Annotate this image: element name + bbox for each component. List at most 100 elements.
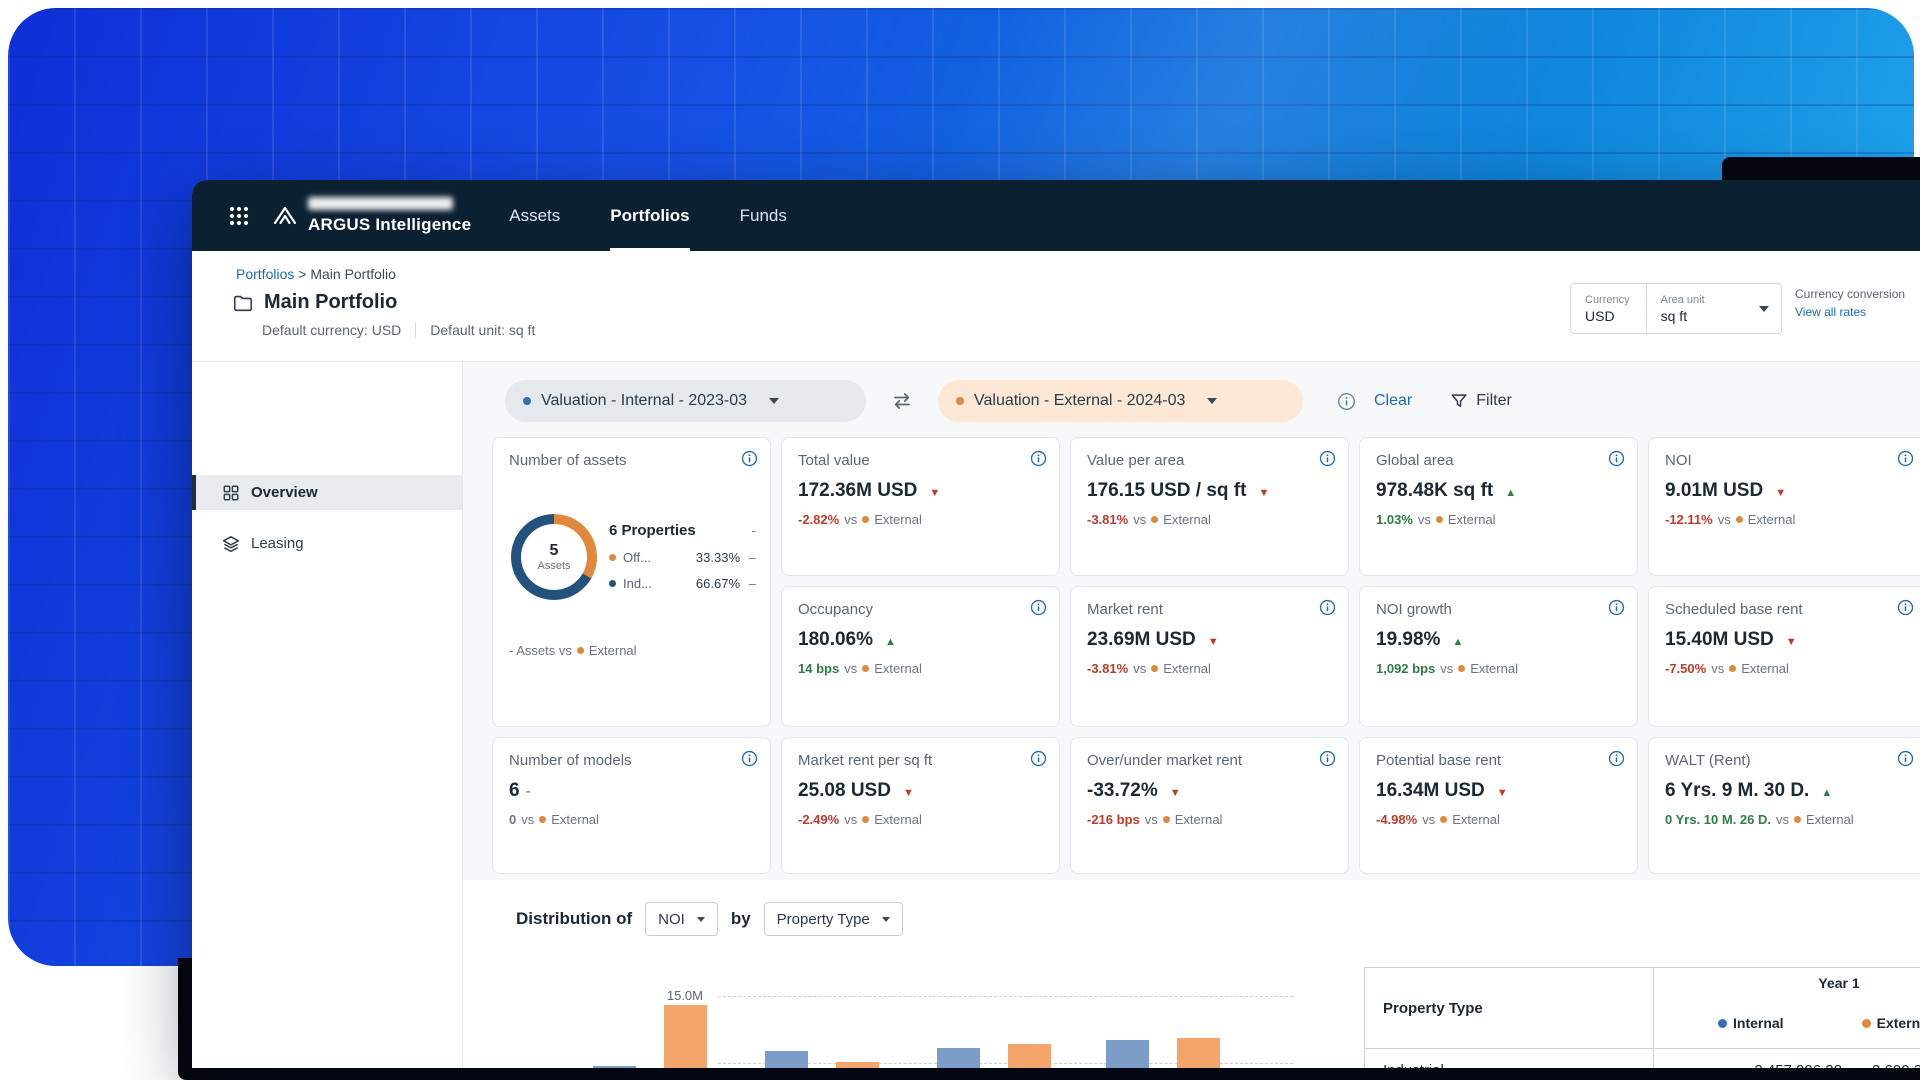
info-icon[interactable]: [1337, 392, 1356, 411]
trend-up-icon: ▲: [1821, 787, 1833, 799]
external-dot: [1794, 816, 1801, 823]
legend-pct: 66.67%: [695, 576, 740, 591]
area-unit-value: sq ft: [1660, 307, 1688, 324]
external-dot: [862, 516, 870, 523]
external-dot: [1735, 516, 1743, 523]
kpi-value: 6: [509, 780, 520, 801]
kpi-title: WALT (Rent): [1665, 752, 1751, 769]
kpi-delta: 1,092 bps vs External: [1376, 661, 1621, 676]
kpi-value: 19.98%: [1376, 629, 1441, 650]
kpi-card: Scheduled base rent 15.40M USD ▼ -7.50% …: [1648, 586, 1920, 727]
kpi-card: Occupancy 180.06% ▲ 14 bps vs External: [781, 586, 1060, 727]
kpi-vs-label: vs: [1133, 512, 1147, 527]
external-label: External: [1747, 512, 1796, 527]
kpi-delta: -7.50% vs External: [1665, 661, 1910, 676]
info-icon[interactable]: [1030, 450, 1047, 467]
nav-item-assets[interactable]: Assets: [509, 180, 560, 251]
chevron-down-icon: [881, 916, 890, 922]
kpi-card: Value per area 176.15 USD / sq ft ▼ -3.8…: [1070, 437, 1349, 576]
default-currency: Default currency: USD: [262, 322, 402, 338]
y-axis-tick: 15.0M: [666, 988, 703, 1003]
kpi-title: NOI growth: [1376, 601, 1452, 618]
kpi-delta: 1.03% vs External: [1376, 512, 1621, 527]
currency-conversion-label: Currency conversion: [1795, 287, 1906, 301]
nav-item-portfolios[interactable]: Portfolios: [610, 180, 690, 251]
kpi-delta: -3.81% vs External: [1087, 661, 1332, 676]
info-icon[interactable]: [1030, 750, 1047, 767]
table-cell-internal: 2,457,996.28: [1654, 1062, 1854, 1068]
info-icon[interactable]: [1319, 750, 1336, 767]
sidebar-item-overview[interactable]: Overview: [192, 475, 462, 510]
top-navbar: ARGUS Intelligence Assets Portfolios Fun…: [192, 180, 1920, 251]
internal-scenario-label: Valuation - Internal - 2023-03: [541, 392, 748, 409]
clear-filters-link[interactable]: Clear: [1374, 392, 1412, 410]
kpi-value: 6 Yrs. 9 M. 30 D.: [1665, 780, 1810, 801]
kpi-vs-label: vs: [1144, 812, 1158, 827]
kpi-title: Market rent: [1087, 601, 1163, 618]
currency-area-unit-selector[interactable]: Currency USD Area unit sq ft: [1570, 283, 1782, 334]
kpi-value: 25.08 USD: [798, 780, 891, 801]
nav-item-funds[interactable]: Funds: [740, 180, 787, 251]
info-icon[interactable]: [1897, 450, 1914, 467]
info-icon[interactable]: [1897, 599, 1914, 616]
external-legend-dot: [1861, 1018, 1871, 1028]
kpi-title: Potential base rent: [1376, 752, 1502, 769]
info-icon[interactable]: [741, 750, 758, 767]
default-unit: Default unit: sq ft: [430, 322, 536, 338]
external-label: External: [588, 643, 637, 658]
sidebar-item-leasing[interactable]: Leasing: [192, 526, 462, 561]
legend-compare-value: –: [748, 576, 756, 591]
external-scenario-dot: [956, 397, 964, 405]
info-icon[interactable]: [741, 450, 758, 467]
internal-scenario-dropdown[interactable]: Valuation - Internal - 2023-03: [505, 380, 866, 422]
kpi-title: NOI: [1665, 452, 1692, 469]
sidebar-item-label: Leasing: [251, 535, 304, 552]
info-icon[interactable]: [1319, 599, 1336, 616]
chart-bar-external: [664, 1005, 707, 1068]
product-name: ARGUS Intelligence: [308, 214, 472, 234]
kpi-vs-label: vs: [521, 812, 535, 827]
chart-bar-external: [1177, 1037, 1220, 1068]
filter-button[interactable]: Filter: [1450, 392, 1512, 410]
info-icon[interactable]: [1608, 599, 1625, 616]
kpi-delta-value: 0: [509, 812, 517, 827]
kpi-value: -33.72%: [1087, 780, 1158, 801]
info-icon[interactable]: [1608, 750, 1625, 767]
external-scenario-dropdown[interactable]: Valuation - External - 2024-03: [938, 380, 1303, 422]
external-dot: [1151, 665, 1159, 672]
sidebar: Overview Leasing: [192, 362, 463, 1068]
info-icon[interactable]: [1608, 450, 1625, 467]
chart-bar-internal: [593, 1065, 636, 1068]
info-icon[interactable]: [1319, 450, 1336, 467]
dimension-select[interactable]: Property Type: [763, 902, 903, 936]
kpi-card: Market rent 23.69M USD ▼ -3.81% vs Exter…: [1070, 586, 1349, 727]
kpi-vs-label: vs: [1422, 812, 1436, 827]
info-icon[interactable]: [1897, 750, 1914, 767]
chart-bar-external: [836, 1061, 879, 1068]
folder-icon: [232, 292, 254, 314]
chart-bar-internal: [765, 1050, 808, 1068]
breadcrumb-portfolios-link[interactable]: Portfolios: [236, 266, 294, 282]
app-launcher-grid-icon[interactable]: [228, 205, 250, 227]
kpi-vs-label: vs: [844, 812, 858, 827]
kpi-delta: -12.11% vs External: [1665, 512, 1910, 527]
external-dot: [1440, 816, 1448, 823]
leasing-layers-icon: [222, 535, 240, 553]
distribution-title: Distribution of: [516, 909, 633, 928]
view-all-rates-link[interactable]: View all rates: [1795, 305, 1866, 319]
metric-select[interactable]: NOI: [645, 902, 718, 936]
external-label: External: [1174, 812, 1223, 827]
table-legend: Internal External: [1654, 998, 1920, 1048]
kpi-value: 15.40M USD: [1665, 629, 1774, 650]
trend-down-icon: ▼: [1775, 487, 1787, 499]
kpi-card: Total value 172.36M USD ▼ -2.82% vs Exte…: [781, 437, 1060, 576]
swap-scenarios-icon[interactable]: [891, 390, 913, 412]
assets-count: 5: [549, 542, 559, 559]
currency-label: Currency: [1585, 293, 1630, 306]
trend-down-icon: ▼: [1785, 636, 1797, 648]
kpi-title: Over/under market rent: [1087, 752, 1243, 769]
kpi-vs-label: vs: [1711, 661, 1725, 676]
distribution-by-label: by: [730, 909, 751, 928]
page: ARGUS Intelligence Assets Portfolios Fun…: [0, 0, 1920, 1080]
info-icon[interactable]: [1030, 599, 1047, 616]
